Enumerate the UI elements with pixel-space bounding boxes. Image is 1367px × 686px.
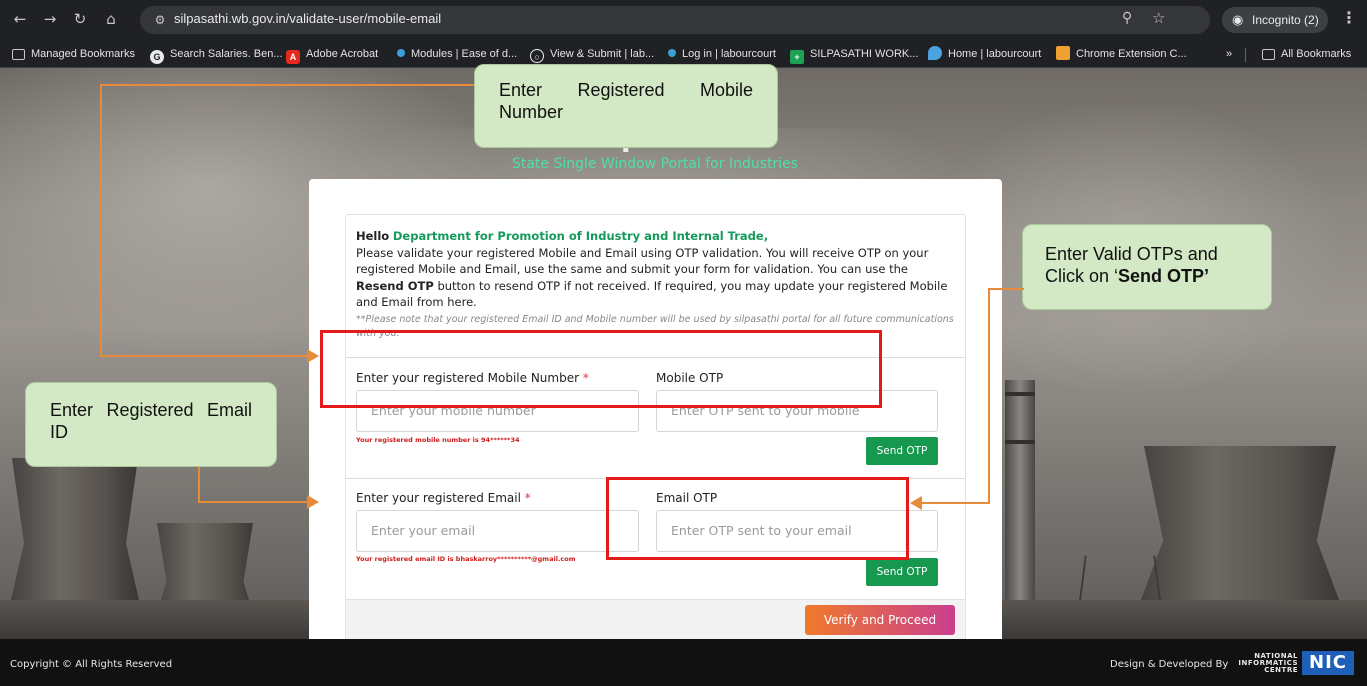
- connector-line: [988, 288, 1024, 290]
- email-label-text: Enter your registered Email: [356, 491, 521, 505]
- bookmark-label: Log in | labourcourt: [682, 48, 776, 60]
- bookmark-label: Search Salaries. Ben...: [170, 48, 283, 60]
- extension-icon: [1056, 46, 1070, 60]
- required-mark: *: [524, 491, 531, 505]
- incognito-icon: ◉: [1232, 12, 1244, 27]
- organization-name: Department for Promotion of Industry and…: [392, 229, 769, 243]
- folder-icon: [12, 49, 25, 60]
- nic-logo: NIC: [1302, 651, 1354, 675]
- connector-arrow-icon: [307, 349, 319, 363]
- validation-card: Hello Department for Promotion of Indust…: [309, 179, 1002, 649]
- bookmark-modules[interactable]: Modules | Ease of d...: [397, 46, 517, 62]
- incognito-button[interactable]: ◉ Incognito (2): [1222, 7, 1328, 33]
- back-icon[interactable]: ←: [10, 9, 30, 29]
- globe-icon: ○: [530, 49, 544, 63]
- design-credit-text: Design & Developed By: [1110, 659, 1229, 670]
- bookmarks-overflow-icon[interactable]: »: [1226, 46, 1232, 62]
- bookmark-label: SILPASATHI WORK...: [810, 48, 919, 60]
- connector-line: [198, 467, 200, 502]
- site-settings-icon[interactable]: ⚙: [150, 10, 170, 30]
- bookmark-chrome-extension[interactable]: Chrome Extension C...: [1056, 46, 1187, 62]
- otp-callout-bold: Send OTP’: [1118, 266, 1210, 286]
- glassdoor-icon: G: [150, 50, 164, 64]
- url-text[interactable]: silpasathi.wb.gov.in/validate-user/mobil…: [174, 11, 441, 26]
- connector-line: [198, 501, 308, 503]
- bookmark-label: Adobe Acrobat: [306, 48, 379, 60]
- bookmark-label: Modules | Ease of d...: [411, 48, 518, 60]
- email-label: Enter your registered Email *: [356, 491, 531, 505]
- email-input[interactable]: Enter your email: [356, 510, 639, 552]
- connector-line: [100, 355, 308, 357]
- plus-icon: +: [790, 50, 804, 64]
- connector-arrow-icon: [910, 496, 922, 510]
- dot-icon: [668, 49, 676, 57]
- connector-line: [922, 502, 990, 504]
- instructions-part-1: Please validate your registered Mobile a…: [356, 245, 929, 277]
- instructions-part-2: button to resend OTP if not received. If…: [356, 278, 948, 310]
- bookmark-label: Home | labourcourt: [948, 48, 1042, 60]
- bookmark-acrobat[interactable]: A Adobe Acrobat: [286, 46, 379, 64]
- address-bar[interactable]: ⚙ silpasathi.wb.gov.in/validate-user/mob…: [140, 6, 1210, 34]
- bookmark-login-labourcourt[interactable]: Log in | labourcourt: [668, 46, 776, 62]
- bookmark-star-icon[interactable]: ☆: [1152, 9, 1165, 27]
- forward-icon[interactable]: →: [40, 9, 60, 29]
- bookmark-label: Chrome Extension C...: [1076, 48, 1187, 60]
- email-hint: Your registered email ID is bhaskarroy**…: [356, 555, 576, 563]
- all-bookmarks-button[interactable]: All Bookmarks: [1262, 46, 1351, 62]
- page-footer: Copyright © All Rights Reserved Design &…: [0, 639, 1367, 686]
- bookmark-glassdoor[interactable]: G Search Salaries. Ben...: [150, 46, 283, 64]
- all-bookmarks-label: All Bookmarks: [1281, 48, 1352, 60]
- instructions-text: Hello Department for Promotion of Indust…: [356, 228, 956, 341]
- email-callout: Enter Registered Email ID: [25, 382, 277, 467]
- email-otp-highlight-box: [606, 477, 909, 560]
- acrobat-icon: A: [286, 50, 300, 64]
- dot-icon: [397, 49, 405, 57]
- nic-name-text: NATIONAL INFORMATICS CENTRE: [1238, 652, 1298, 674]
- copyright-text: Copyright © All Rights Reserved: [10, 659, 173, 670]
- zoom-icon[interactable]: ⚲: [1122, 10, 1132, 26]
- greeting: Hello: [356, 229, 390, 243]
- incognito-label: Incognito (2): [1252, 13, 1319, 27]
- validation-form: Hello Department for Promotion of Indust…: [345, 214, 966, 644]
- email-send-otp-button[interactable]: Send OTP: [866, 558, 938, 586]
- connector-line: [100, 84, 476, 86]
- mobile-highlight-box: [320, 330, 882, 408]
- portal-tagline: State Single Window Portal for Industrie…: [511, 156, 799, 172]
- browser-menu-icon[interactable]: ⋮: [1341, 8, 1357, 27]
- bookmark-managed[interactable]: Managed Bookmarks: [12, 46, 135, 62]
- connector-line: [100, 84, 102, 356]
- mobile-number-hint: Your registered mobile number is 94*****…: [356, 436, 520, 444]
- verify-and-proceed-button[interactable]: Verify and Proceed: [805, 605, 955, 635]
- bookmark-silpasathi-work[interactable]: + SILPASATHI WORK...: [790, 46, 919, 64]
- reload-icon[interactable]: ↻: [70, 9, 90, 29]
- bookmark-view-submit[interactable]: ○ View & Submit | lab...: [530, 46, 655, 63]
- otp-callout: Enter Valid OTPs and Click on ‘Send OTP’: [1022, 224, 1272, 310]
- bookmarks-separator: [1245, 48, 1246, 62]
- form-footer: Verify and Proceed: [346, 599, 965, 643]
- bookmark-label: View & Submit | lab...: [550, 48, 655, 60]
- bookmark-label: Managed Bookmarks: [31, 48, 135, 60]
- browser-toolbar: ← → ↻ ⌂ ⚙ silpasathi.wb.gov.in/validate-…: [0, 0, 1367, 40]
- bookmark-home-labourcourt[interactable]: Home | labourcourt: [928, 46, 1041, 62]
- home-icon[interactable]: ⌂: [101, 9, 121, 29]
- drop-icon: [928, 46, 942, 60]
- resend-otp-mention: Resend OTP: [356, 278, 434, 293]
- folder-icon: [1262, 49, 1275, 60]
- connector-arrow-icon: [307, 495, 319, 509]
- mobile-callout: Enter Registered Mobile Number: [474, 64, 778, 148]
- mobile-send-otp-button[interactable]: Send OTP: [866, 437, 938, 465]
- connector-line: [988, 288, 990, 503]
